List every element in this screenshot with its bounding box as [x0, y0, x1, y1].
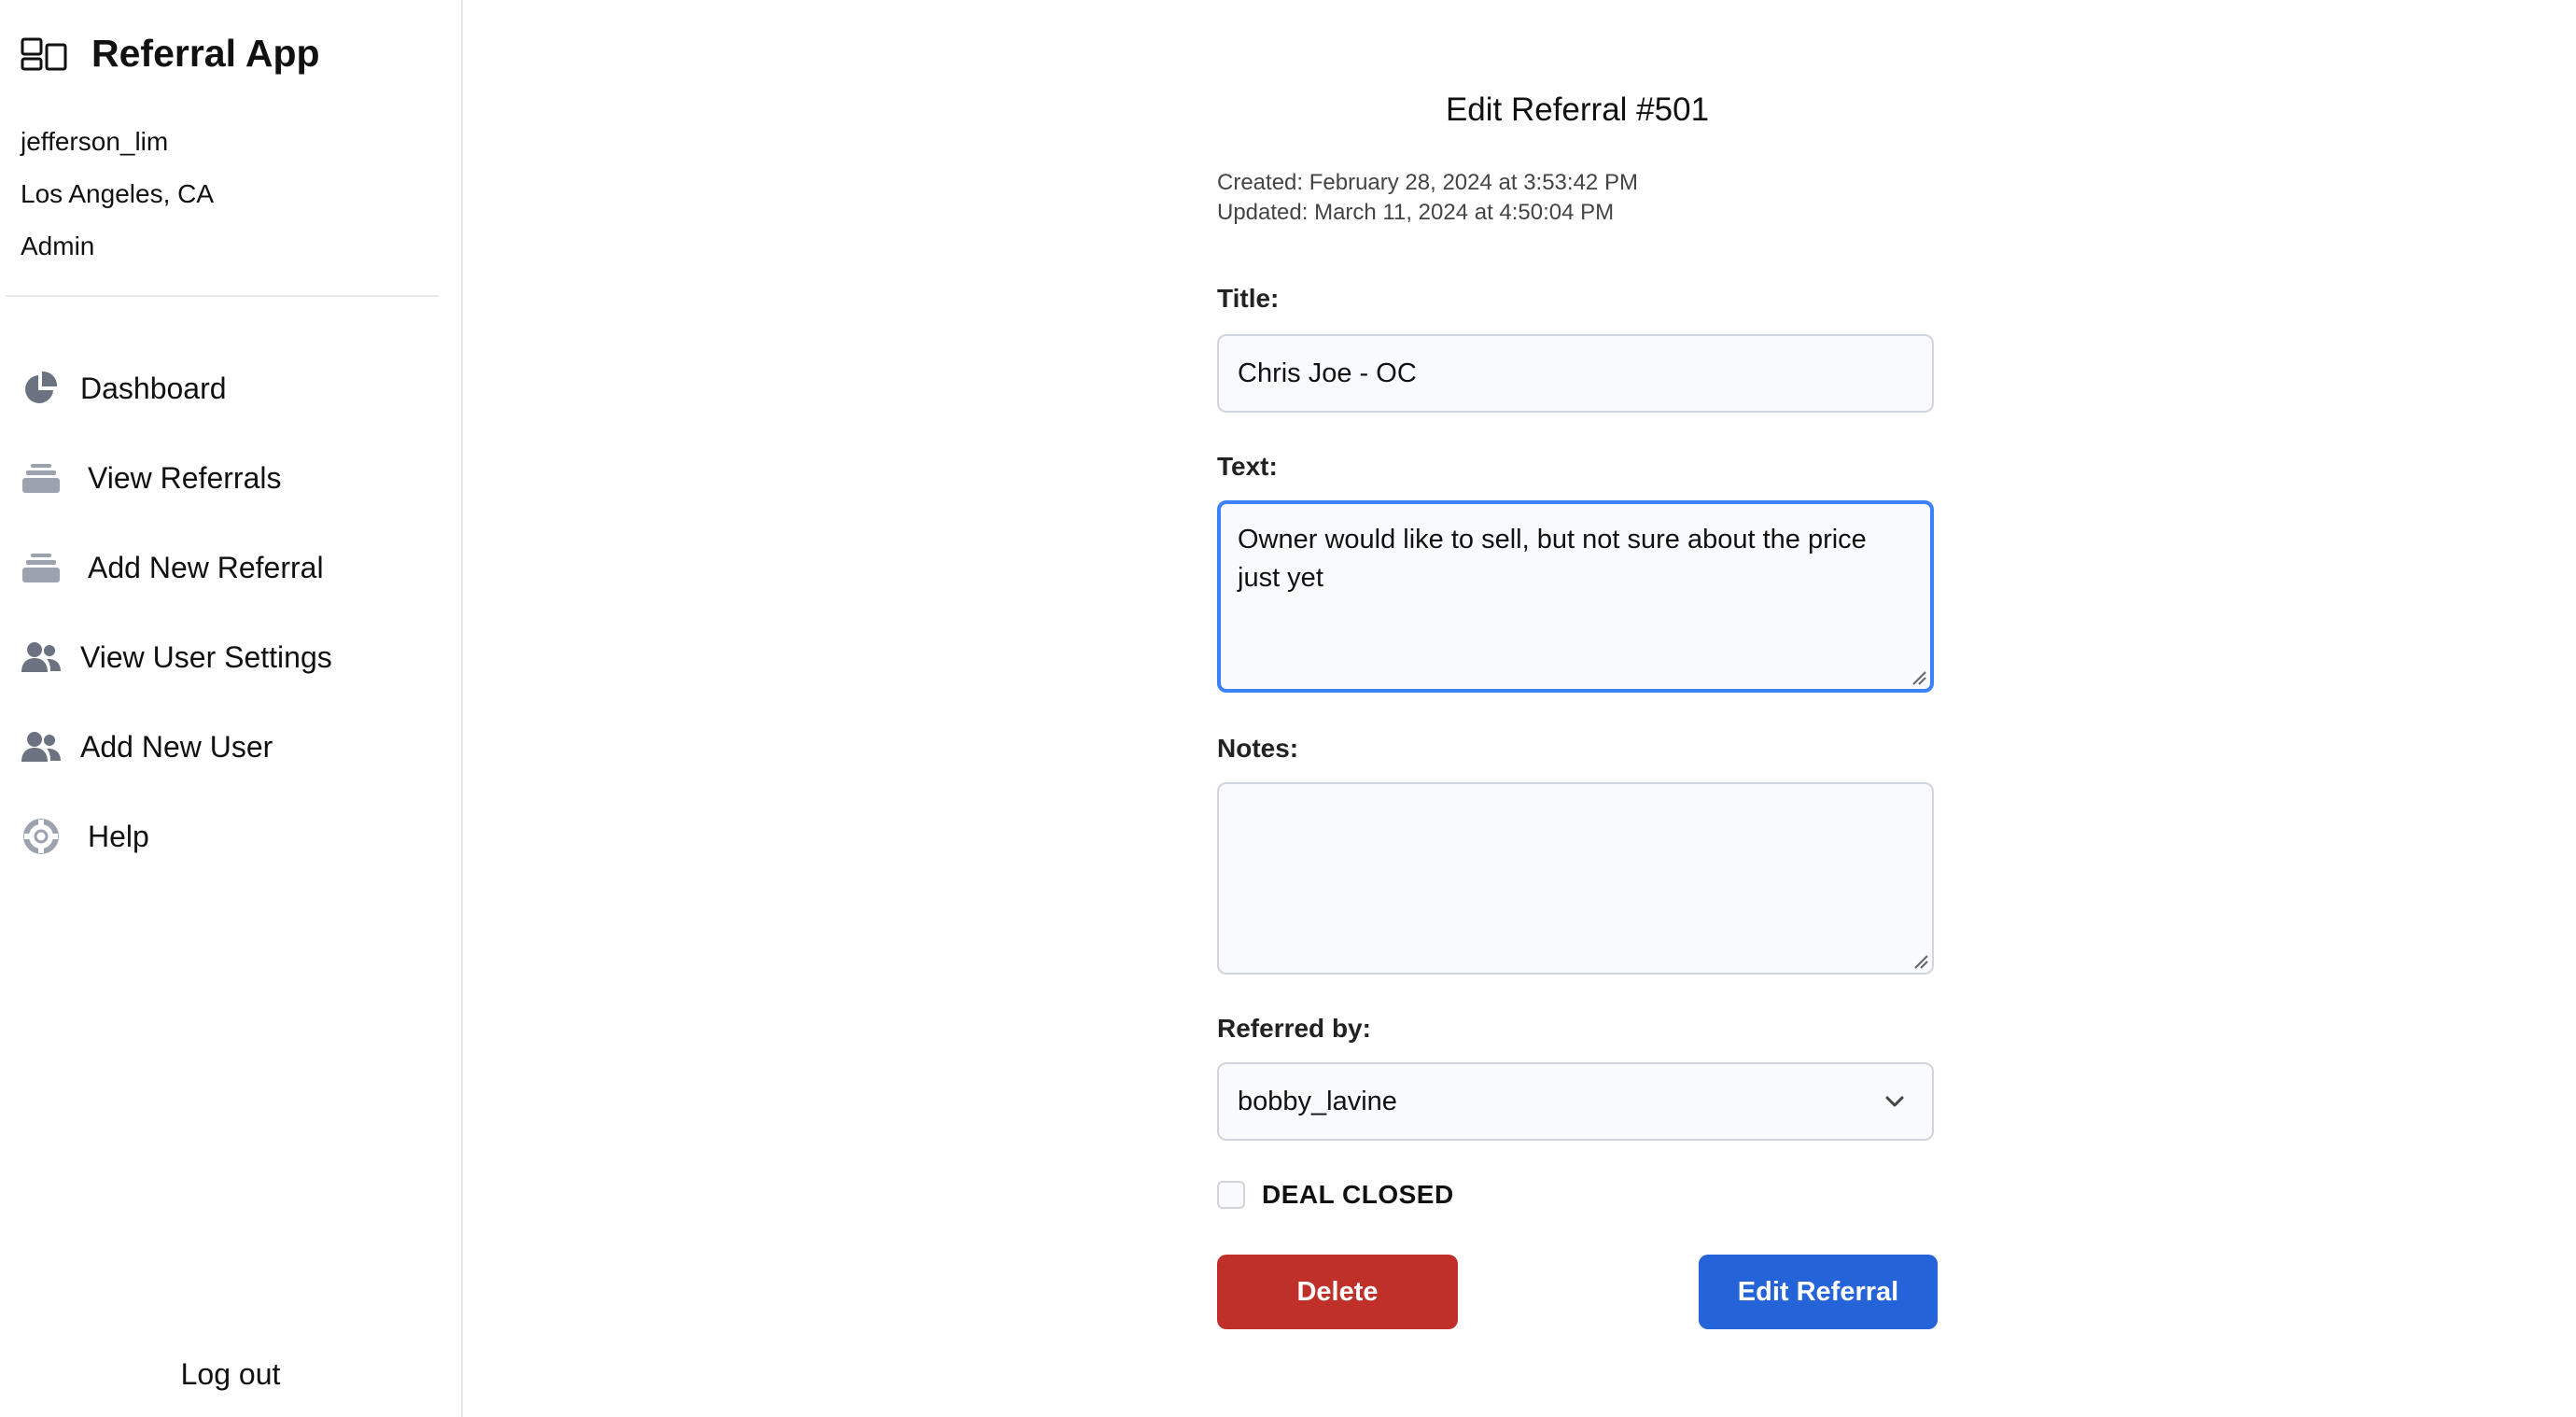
text-label: Text: [1217, 452, 1278, 481]
sidebar-item-label: View Referrals [88, 460, 282, 495]
users-icon [21, 726, 62, 767]
sidebar-nav: Dashboard View Referrals Add New Referra… [0, 344, 461, 881]
resize-grip-icon[interactable] [1911, 952, 1928, 969]
sidebar-item-label: Dashboard [80, 371, 227, 405]
created-timestamp: Created: February 28, 2024 at 3:53:42 PM [1217, 170, 1638, 195]
page-title: Edit Referral #501 [1445, 91, 1710, 128]
lifebuoy-icon [21, 816, 62, 857]
deal-closed-row: DEAL CLOSED [1217, 1180, 1454, 1210]
resize-grip-icon[interactable] [1910, 668, 1926, 685]
sidebar-item-view-user-settings[interactable]: View User Settings [0, 612, 461, 702]
sidebar-item-label: Add New Referral [88, 550, 324, 584]
notes-textarea[interactable] [1217, 782, 1934, 975]
referred-by-select[interactable]: bobby_lavine [1217, 1062, 1934, 1141]
sidebar-item-help[interactable]: Help [0, 792, 461, 881]
user-role: Admin [21, 231, 95, 260]
chevron-down-icon [1885, 1096, 1904, 1107]
inbox-stack-icon [21, 547, 62, 588]
pie-chart-icon [21, 368, 62, 409]
user-name: jefferson_lim [21, 127, 169, 156]
referred-by-value: bobby_lavine [1238, 1087, 1397, 1116]
timestamps: Created: February 28, 2024 at 3:53:42 PM… [1217, 168, 1638, 228]
sidebar-item-add-new-user[interactable]: Add New User [0, 702, 461, 792]
logout-link[interactable]: Log out [0, 1357, 461, 1392]
layout-grid-icon [21, 37, 67, 70]
title-label: Title: [1217, 284, 1280, 313]
notes-label: Notes: [1217, 734, 1299, 763]
sidebar-item-label: Add New User [80, 729, 273, 764]
sidebar-item-label: View User Settings [80, 639, 332, 674]
sidebar-item-view-referrals[interactable]: View Referrals [0, 433, 461, 523]
deal-closed-label[interactable]: DEAL CLOSED [1262, 1180, 1454, 1210]
text-textarea[interactable]: Owner would like to sell, but not sure a… [1217, 500, 1934, 693]
sidebar-divider [6, 295, 439, 297]
deal-closed-checkbox[interactable] [1217, 1181, 1245, 1209]
sidebar: Referral App jefferson_lim Los Angeles, … [0, 0, 463, 1417]
app-title: Referral App [91, 32, 320, 75]
sidebar-item-dashboard[interactable]: Dashboard [0, 344, 461, 433]
sidebar-item-label: Help [88, 819, 149, 853]
brand[interactable]: Referral App [21, 32, 320, 76]
user-info: jefferson_lim Los Angeles, CA Admin [21, 116, 214, 273]
edit-referral-button[interactable]: Edit Referral [1699, 1255, 1938, 1329]
delete-button[interactable]: Delete [1217, 1255, 1458, 1329]
inbox-stack-icon [21, 457, 62, 498]
users-icon [21, 637, 62, 678]
referred-by-label: Referred by: [1217, 1014, 1371, 1043]
sidebar-item-add-new-referral[interactable]: Add New Referral [0, 523, 461, 612]
title-input[interactable]: Chris Joe - OC [1217, 334, 1934, 413]
text-textarea-value: Owner would like to sell, but not sure a… [1238, 525, 1867, 593]
user-location: Los Angeles, CA [21, 179, 215, 208]
updated-timestamp: Updated: March 11, 2024 at 4:50:04 PM [1217, 200, 1615, 225]
